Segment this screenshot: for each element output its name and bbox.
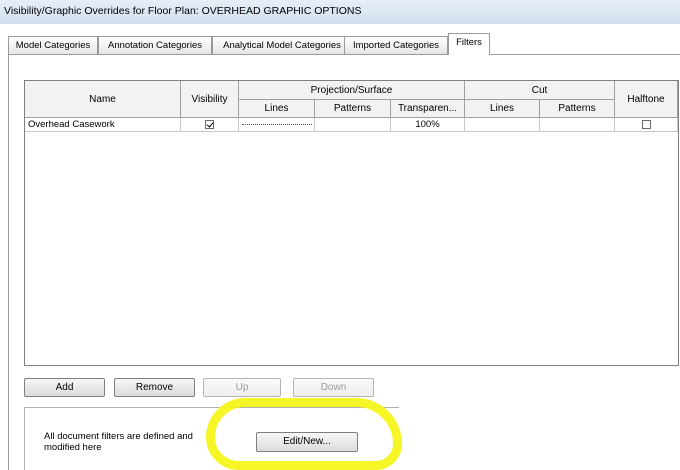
- transparency-cell[interactable]: 100%: [391, 118, 465, 132]
- up-button[interactable]: Up: [203, 378, 281, 397]
- column-header-visibility[interactable]: Visibility: [181, 81, 239, 118]
- column-header-projection-patterns[interactable]: Patterns: [315, 100, 391, 118]
- window-title: Visibility/Graphic Overrides for Floor P…: [4, 5, 362, 17]
- halftone-cell[interactable]: [615, 118, 678, 132]
- projection-lines-cell[interactable]: [239, 118, 315, 132]
- column-group-projection-surface: Projection/Surface: [239, 81, 465, 100]
- line-pattern-preview: [241, 124, 312, 125]
- column-header-cut-lines[interactable]: Lines: [465, 100, 540, 118]
- projection-patterns-cell[interactable]: [315, 118, 391, 132]
- cut-patterns-cell[interactable]: [540, 118, 615, 132]
- filters-table: Name Visibility Projection/Surface Cut H…: [24, 80, 679, 366]
- filters-info-text: All document filters are defined and mod…: [44, 431, 193, 453]
- remove-button[interactable]: Remove: [114, 378, 195, 397]
- visibility-cell[interactable]: [181, 118, 239, 132]
- row-name-cell[interactable]: Overhead Casework: [25, 118, 181, 132]
- tab-filters[interactable]: Filters: [448, 33, 490, 55]
- column-header-halftone[interactable]: Halftone: [615, 81, 678, 118]
- tab-annotation-categories[interactable]: Annotation Categories: [98, 36, 212, 54]
- add-button[interactable]: Add: [24, 378, 105, 397]
- cut-lines-cell[interactable]: [465, 118, 540, 132]
- column-header-cut-patterns[interactable]: Patterns: [540, 100, 615, 118]
- tab-imported-categories[interactable]: Imported Categories: [344, 36, 448, 54]
- column-header-name[interactable]: Name: [25, 81, 181, 118]
- column-group-cut: Cut: [465, 81, 615, 100]
- title-bar: Visibility/Graphic Overrides for Floor P…: [0, 0, 680, 24]
- column-header-projection-lines[interactable]: Lines: [239, 100, 315, 118]
- tab-analytical-model-categories[interactable]: Analytical Model Categories: [212, 36, 352, 54]
- down-button[interactable]: Down: [293, 378, 374, 397]
- halftone-checkbox[interactable]: [641, 120, 651, 129]
- column-header-transparency[interactable]: Transparen...: [391, 100, 465, 118]
- yellow-highlight-annotation: [206, 398, 402, 470]
- tab-model-categories[interactable]: Model Categories: [8, 36, 98, 54]
- visibility-checkbox[interactable]: [205, 120, 214, 129]
